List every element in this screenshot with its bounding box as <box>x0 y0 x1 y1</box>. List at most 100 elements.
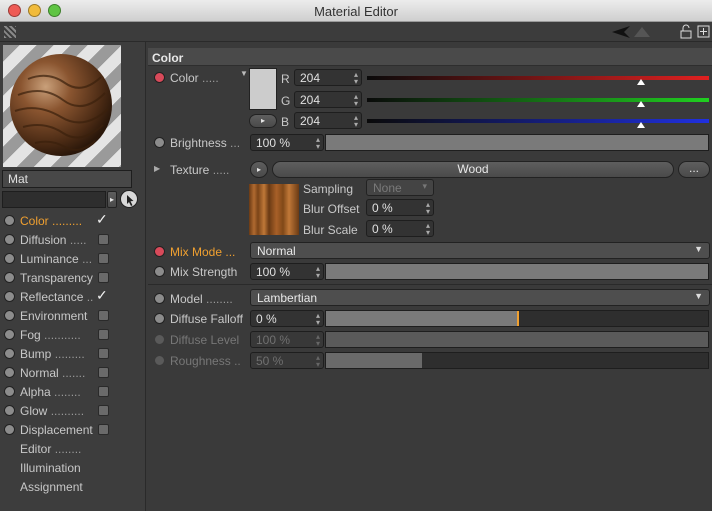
channel-item-displacement[interactable]: Displacement <box>0 420 146 439</box>
channel-enable-checkbox[interactable] <box>98 348 109 359</box>
extra-item-assignment[interactable]: Assignment <box>0 477 146 496</box>
channel-item-fog[interactable]: Fog ........... <box>0 325 146 344</box>
channel-item-bump[interactable]: Bump ......... <box>0 344 146 363</box>
roughness-field: 50 % ▴ ▾ <box>250 352 324 369</box>
extra-item-illumination[interactable]: Illumination <box>0 458 146 477</box>
channel-animate-radio[interactable] <box>4 215 15 226</box>
channel-sidebar: Mat ▸ Color ......... ✓ Diffusion ..... Lum… <box>0 42 146 511</box>
channel-animate-radio[interactable] <box>4 386 15 397</box>
b-channel-thumb[interactable] <box>636 122 645 128</box>
channel-item-luminance[interactable]: Luminance ... <box>0 249 146 268</box>
model-label: Model ........ <box>170 292 233 306</box>
model-dropdown[interactable]: Lambertian ▼ <box>250 289 710 306</box>
r-channel-slider[interactable] <box>367 76 709 80</box>
r-field[interactable]: 204 ▴ ▾ <box>294 69 362 86</box>
mix-strength-animate-radio[interactable] <box>154 266 165 277</box>
diffuse-falloff-field[interactable]: 0 % ▴ ▾ <box>250 310 324 327</box>
material-name-field[interactable]: Mat <box>2 170 132 188</box>
mix-mode-dropdown[interactable]: Normal ▼ <box>250 242 710 259</box>
channel-item-environment[interactable]: Environment <box>0 306 146 325</box>
g-channel-slider[interactable] <box>367 98 709 102</box>
brightness-slider[interactable] <box>325 134 709 151</box>
brightness-animate-radio[interactable] <box>154 137 165 148</box>
channel-animate-radio[interactable] <box>4 405 15 416</box>
diffuse-level-animate-radio <box>154 334 165 345</box>
channel-enabled-checkmark-icon[interactable]: ✓ <box>96 211 108 228</box>
mix-strength-slider[interactable] <box>325 263 709 280</box>
lock-icon[interactable] <box>680 24 692 39</box>
channel-label: Environment <box>20 309 88 323</box>
channel-item-transparency[interactable]: Transparency <box>0 268 146 287</box>
channel-enable-checkbox[interactable] <box>98 386 109 397</box>
channel-enable-checkbox[interactable] <box>98 405 109 416</box>
channel-enable-checkbox[interactable] <box>98 310 109 321</box>
diffuse-falloff-slider[interactable] <box>325 310 709 327</box>
channel-animate-radio[interactable] <box>4 348 15 359</box>
material-preview[interactable] <box>3 45 121 167</box>
color-expand-button[interactable]: ▸ <box>249 114 277 128</box>
new-window-icon[interactable] <box>697 25 710 38</box>
channel-animate-radio[interactable] <box>4 291 15 302</box>
layer-arrow-button[interactable]: ▸ <box>107 191 117 208</box>
texture-more-button[interactable]: ... <box>678 161 710 178</box>
channel-enabled-checkmark-icon[interactable]: ✓ <box>96 287 108 304</box>
b-label: B <box>281 115 290 129</box>
texture-thumbnail[interactable] <box>249 184 299 235</box>
channel-item-reflectance[interactable]: Reflectance .. ✓ <box>0 287 146 306</box>
channel-enable-checkbox[interactable] <box>98 367 109 378</box>
b-field[interactable]: 204 ▴ ▾ <box>294 112 362 129</box>
channel-animate-radio[interactable] <box>4 310 15 321</box>
b-channel-slider[interactable] <box>367 119 709 123</box>
channel-enable-checkbox[interactable] <box>98 253 109 264</box>
channel-item-glow[interactable]: Glow .......... <box>0 401 146 420</box>
channel-enable-checkbox[interactable] <box>98 234 109 245</box>
layer-field[interactable] <box>2 191 106 208</box>
diffuse-falloff-marker <box>517 311 519 326</box>
channel-enable-checkbox[interactable] <box>98 424 109 435</box>
g-channel-thumb[interactable] <box>636 101 645 107</box>
channel-item-diffusion[interactable]: Diffusion ..... <box>0 230 146 249</box>
channel-label: Normal ....... <box>20 366 86 380</box>
roughness-slider <box>325 352 709 369</box>
g-field[interactable]: 204 ▴ ▾ <box>294 91 362 108</box>
channel-item-normal[interactable]: Normal ....... <box>0 363 146 382</box>
channel-enable-checkbox[interactable] <box>98 329 109 340</box>
diffuse-level-slider <box>325 331 709 348</box>
diffuse-falloff-animate-radio[interactable] <box>154 313 165 324</box>
texture-arrow-button[interactable]: ▸ <box>250 161 268 178</box>
section-header: Color <box>148 48 712 66</box>
brightness-field[interactable]: 100 % ▴ ▾ <box>250 134 324 151</box>
channel-animate-radio[interactable] <box>4 234 15 245</box>
channel-enable-checkbox[interactable] <box>98 272 109 283</box>
navigate-back-icon[interactable] <box>610 25 650 39</box>
mix-strength-field[interactable]: 100 % ▴ ▾ <box>250 263 324 280</box>
channel-animate-radio[interactable] <box>4 367 15 378</box>
grip-icon[interactable] <box>4 26 16 38</box>
color-menu-arrow-icon[interactable]: ▼ <box>240 69 248 78</box>
texture-expand-icon[interactable]: ▶ <box>154 164 160 173</box>
color-animate-radio[interactable] <box>154 72 165 83</box>
model-animate-radio[interactable] <box>154 293 165 304</box>
r-channel-thumb[interactable] <box>636 79 645 85</box>
texture-name-button[interactable]: Wood <box>272 161 674 178</box>
mix-mode-value: Normal <box>257 244 296 258</box>
extra-item-editor[interactable]: Editor ........ <box>0 439 146 458</box>
brightness-slider-fill <box>326 135 708 150</box>
attributes-panel: Color Color ..... ▼ ▸ R 204 ▴ ▾ G 204 ▴ ▾ B … <box>148 42 712 511</box>
channel-animate-radio[interactable] <box>4 272 15 283</box>
sampling-dropdown[interactable]: None ▾ <box>366 179 434 196</box>
channel-animate-radio[interactable] <box>4 253 15 264</box>
color-swatch[interactable] <box>249 68 277 110</box>
mix-strength-slider-fill <box>326 264 708 279</box>
blur-scale-value: 0 % <box>372 222 393 236</box>
blur-offset-field[interactable]: 0 % ▴ ▾ <box>366 199 434 216</box>
mix-strength-value: 100 % <box>256 265 291 279</box>
blur-scale-field[interactable]: 0 % ▴ ▾ <box>366 220 434 237</box>
channel-item-color[interactable]: Color ......... ✓ <box>0 211 146 230</box>
channel-item-alpha[interactable]: Alpha ........ <box>0 382 146 401</box>
mix-mode-animate-radio[interactable] <box>154 246 165 257</box>
channel-animate-radio[interactable] <box>4 424 15 435</box>
b-value: 204 <box>300 114 321 128</box>
channel-animate-radio[interactable] <box>4 329 15 340</box>
pick-cursor-button[interactable] <box>120 190 138 208</box>
